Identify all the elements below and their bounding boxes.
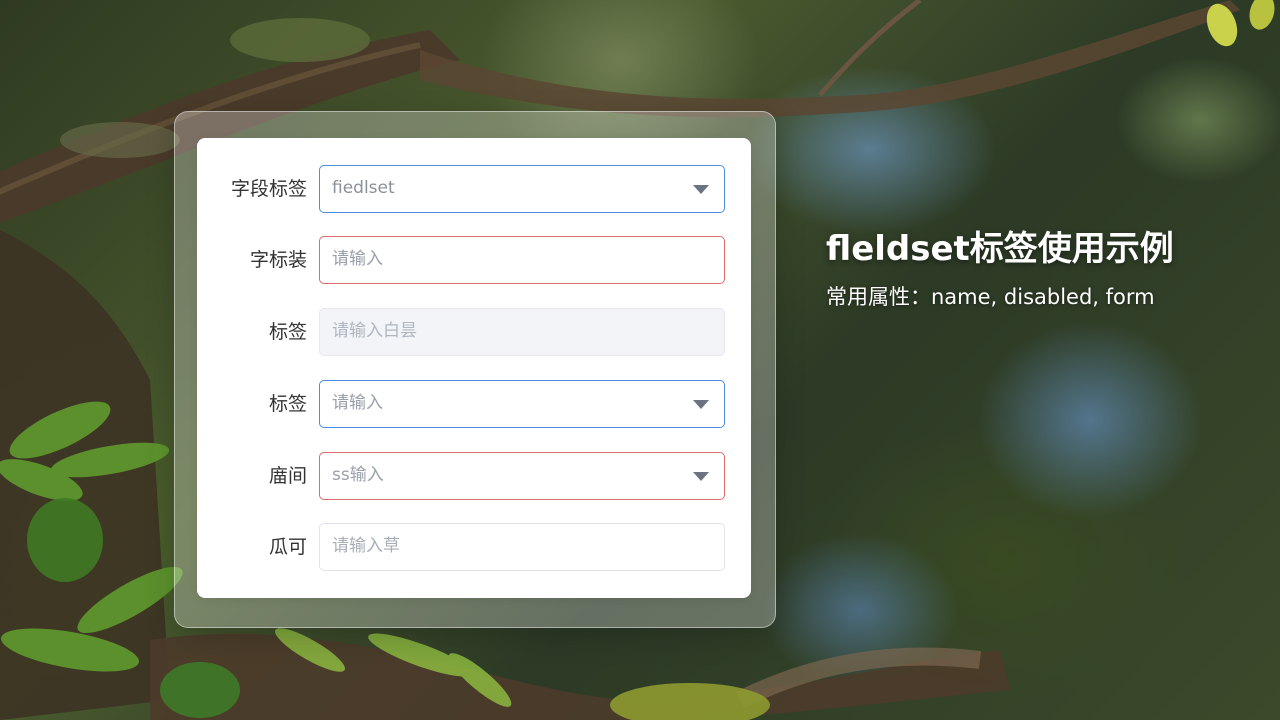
slide-title: fleldset标签使用示例 — [826, 229, 1174, 269]
text-input-default[interactable]: 请输入草 — [319, 523, 725, 571]
form-row-disabled: 标签 请输入白昙 — [197, 307, 751, 357]
select-placeholder: 请输入 — [332, 393, 383, 413]
form-row-select-focused: 标签 请输入 — [197, 379, 751, 429]
chevron-down-icon[interactable] — [693, 400, 709, 409]
input-placeholder: 请输入 — [332, 249, 383, 269]
chevron-down-icon[interactable] — [693, 472, 709, 481]
fieldset-select[interactable]: fiedlset — [319, 165, 725, 213]
select-input-focused[interactable]: 请输入 — [319, 380, 725, 428]
fieldset-form: 字段标签 fiedlset 字标装 请输入 标签 请输入白昙 标签 请输入 庿间… — [197, 138, 751, 598]
select-input-error[interactable]: ss输入 — [319, 452, 725, 500]
form-row-text-error: 字标装 请输入 — [197, 235, 751, 285]
input-placeholder: 请输入草 — [332, 536, 400, 556]
select-value: fiedlset — [332, 178, 395, 198]
field-label: 标签 — [268, 321, 307, 343]
text-input-error[interactable]: 请输入 — [319, 236, 725, 284]
field-label: 字标装 — [249, 249, 307, 271]
form-row-field-label: 字段标签 fiedlset — [197, 164, 751, 214]
input-placeholder: 请输入白昙 — [332, 321, 417, 341]
select-placeholder: ss输入 — [332, 465, 384, 485]
field-label: 瓜可 — [268, 536, 307, 558]
form-row-text-default: 瓜可 请输入草 — [197, 522, 751, 572]
field-label: 字段标签 — [230, 178, 307, 200]
form-row-select-error: 庿间 ss输入 — [197, 451, 751, 501]
field-label: 庿间 — [268, 465, 307, 487]
text-input-disabled: 请输入白昙 — [319, 308, 725, 356]
slide-subtitle: 常用属性：name, disabled, form — [826, 285, 1155, 309]
field-label: 标签 — [268, 393, 307, 415]
chevron-down-icon[interactable] — [693, 185, 709, 194]
